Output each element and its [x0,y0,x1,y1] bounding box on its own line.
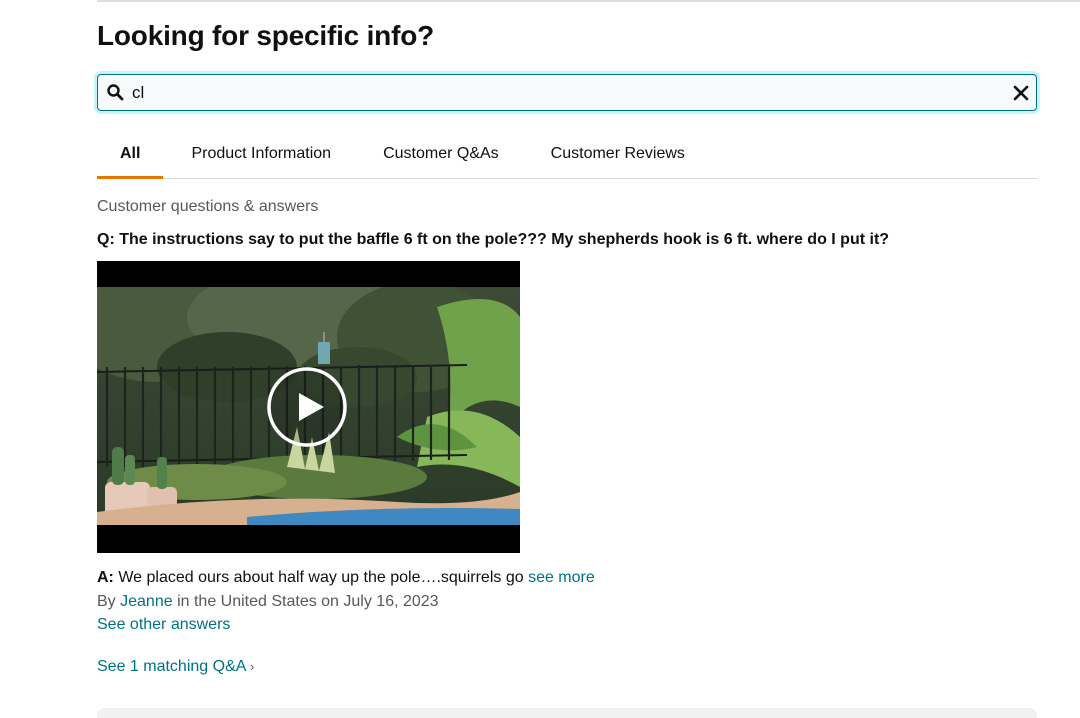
search-input[interactable] [132,75,1006,110]
see-matching-qa-link[interactable]: See 1 matching Q&A › [97,658,254,676]
see-more-link[interactable]: see more [528,569,595,586]
play-icon[interactable] [266,366,348,448]
section-label: Customer questions & answers [97,198,319,215]
tab-product-information[interactable]: Product Information [191,137,331,178]
question-text: Q: The instructions say to put the baffl… [97,231,890,248]
see-matching-qa-label[interactable]: See 1 matching Q&A [97,658,246,675]
chevron-right-icon: › [249,659,255,674]
tab-customer-qas[interactable]: Customer Q&As [383,137,499,178]
byline-suffix: in the United States on July 16, 2023 [172,593,439,610]
video-player[interactable] [97,261,520,553]
search-icon [98,74,132,111]
search-box[interactable] [97,74,1037,111]
byline-prefix: By [97,593,121,610]
author-link[interactable]: Jeanne [120,593,173,610]
top-divider [97,0,1080,2]
filter-tabs: All Product Information Customer Q&As Cu… [97,137,1037,179]
see-other-answers-link[interactable]: See other answers [97,616,230,633]
answer-body: We placed ours about half way up the pol… [113,569,529,586]
answer-text: A: We placed ours about half way up the … [97,569,595,587]
tab-customer-reviews[interactable]: Customer Reviews [551,137,685,178]
answer-prefix: A: [97,569,114,586]
clear-search-button[interactable] [1006,74,1036,111]
page-title: Looking for specific info? [97,20,435,51]
answer-byline: By Jeanne in the United States on July 1… [97,593,439,611]
close-icon [1013,85,1029,100]
next-section-card [97,708,1037,718]
tab-all[interactable]: All [97,137,164,179]
